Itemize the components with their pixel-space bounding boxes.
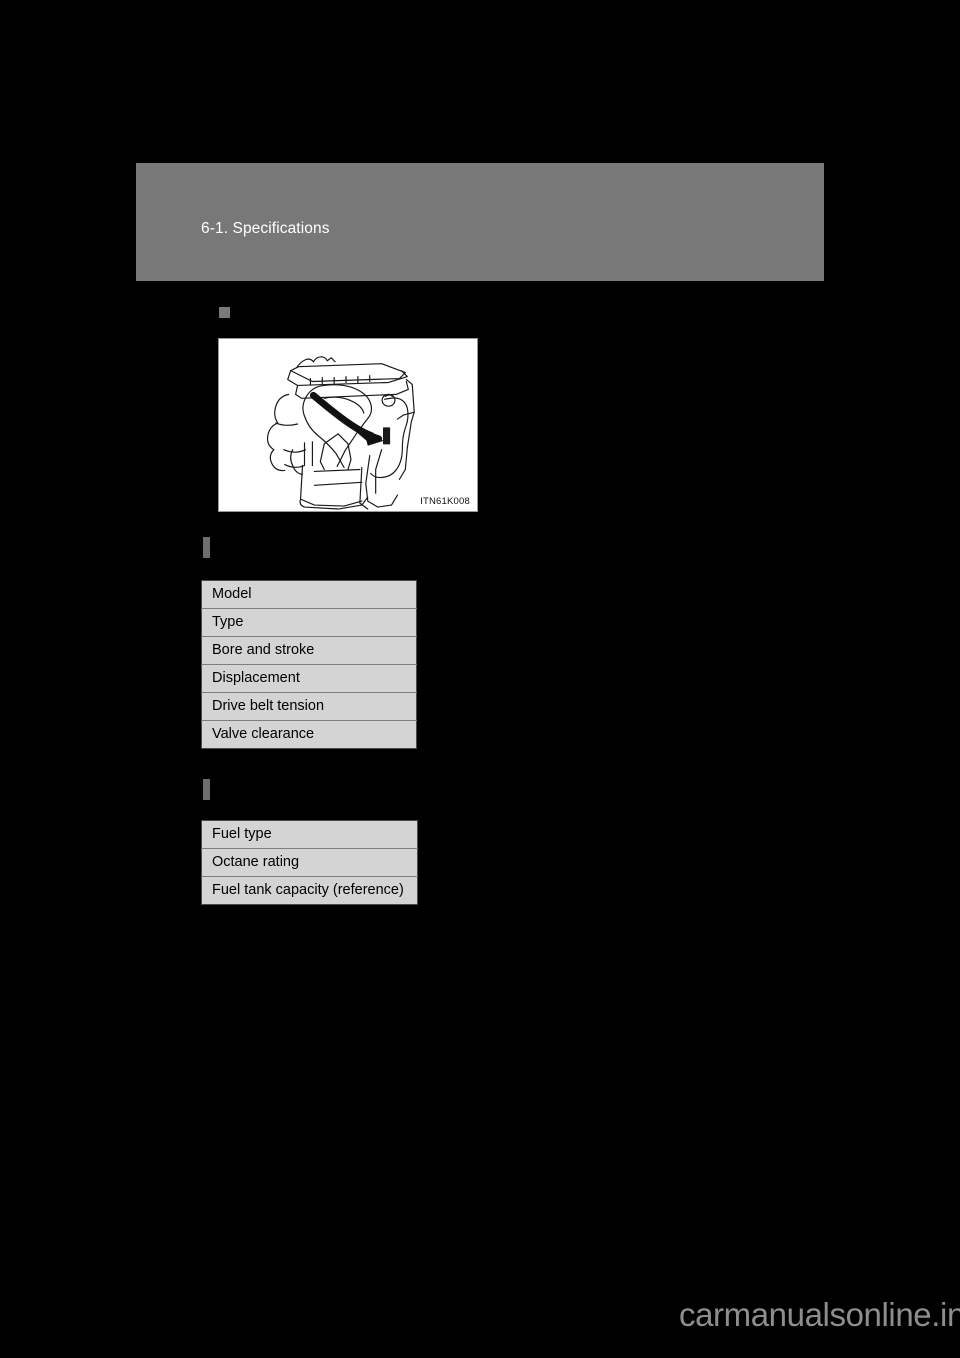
table-row: Fuel type — [201, 820, 418, 849]
spec-label: Octane rating — [201, 848, 418, 877]
table-row: Model — [201, 580, 417, 609]
table-row: Displacement — [201, 664, 417, 693]
table-row: Drive belt tension — [201, 692, 417, 721]
page-title: 6-1. Specifications — [201, 220, 330, 237]
spec-label: Bore and stroke — [201, 636, 417, 665]
fuel-spec-table: Fuel type Octane rating Fuel tank capaci… — [201, 820, 418, 905]
spec-label: Displacement — [201, 664, 417, 693]
fuel-section-bar-marker-icon — [203, 779, 210, 800]
spec-label: Valve clearance — [201, 720, 417, 749]
spec-label: Fuel tank capacity (reference) — [201, 876, 418, 905]
page-canvas: 6-1. Specifications ITN61K008 Model Type… — [0, 0, 960, 1358]
spec-label: Drive belt tension — [201, 692, 417, 721]
site-watermark: carmanualsonline.info — [679, 1296, 960, 1333]
spec-label: Fuel type — [201, 820, 418, 849]
callout-arrow-icon — [309, 391, 384, 446]
table-row: Octane rating — [201, 848, 418, 877]
spec-label: Model — [201, 580, 417, 609]
engine-section-bar-marker-icon — [203, 537, 210, 558]
table-row: Valve clearance — [201, 720, 417, 749]
engine-line-drawing-icon — [266, 356, 415, 510]
square-bullet-marker-icon — [219, 307, 230, 318]
table-row: Fuel tank capacity (reference) — [201, 876, 418, 905]
figure-code-label: ITN61K008 — [420, 496, 470, 507]
table-row: Type — [201, 608, 417, 637]
table-row: Bore and stroke — [201, 636, 417, 665]
engine-figure: ITN61K008 — [218, 338, 478, 512]
engine-spec-table: Model Type Bore and stroke Displacement … — [201, 580, 417, 749]
spec-label: Type — [201, 608, 417, 637]
